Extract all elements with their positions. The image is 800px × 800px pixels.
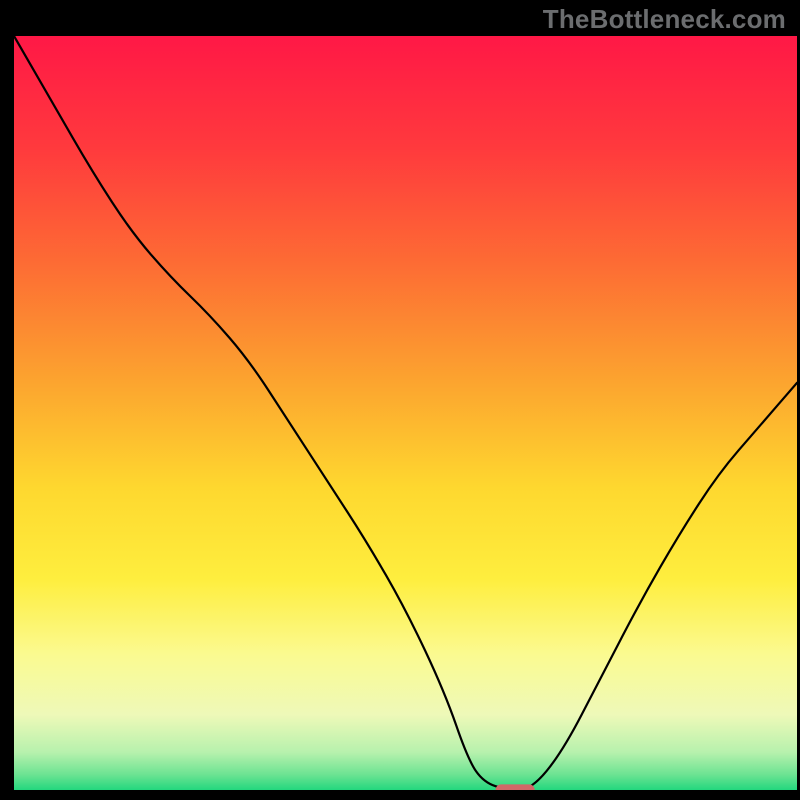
watermark-text: TheBottleneck.com [543, 4, 786, 35]
optimal-marker [496, 784, 535, 795]
plot-background [14, 36, 797, 790]
bottleneck-chart [0, 0, 800, 800]
chart-stage: TheBottleneck.com [0, 0, 800, 800]
